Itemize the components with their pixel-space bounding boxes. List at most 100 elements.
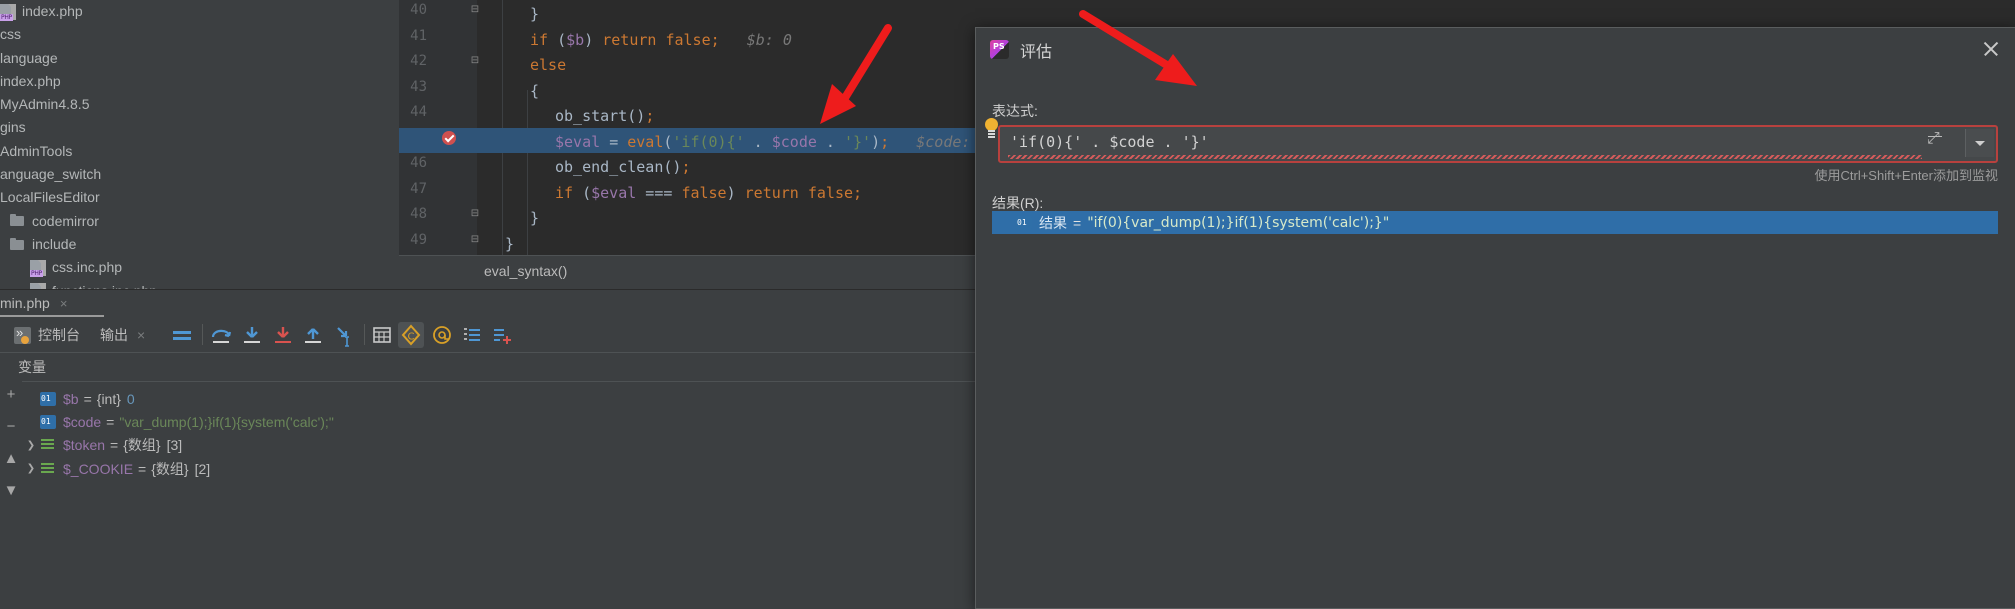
move-up-button[interactable]: ▲ bbox=[3, 451, 19, 467]
variable-equals: = bbox=[106, 413, 115, 430]
code-token: if bbox=[530, 30, 549, 49]
code-line-text: } bbox=[477, 232, 514, 256]
breadcrumb[interactable]: eval_syntax() bbox=[484, 263, 567, 279]
step-out-button[interactable] bbox=[301, 323, 325, 347]
expression-input[interactable]: 'if(0){' . $code . '}' bbox=[998, 125, 1998, 163]
code-token: { bbox=[530, 81, 540, 100]
line-number: 48 bbox=[410, 206, 427, 222]
list-button[interactable] bbox=[460, 323, 484, 347]
tree-item[interactable]: language bbox=[0, 47, 399, 70]
tree-item[interactable]: css.inc.php bbox=[0, 256, 399, 279]
code-line-text: } bbox=[477, 206, 539, 232]
tab-close-icon[interactable]: × bbox=[60, 291, 68, 317]
show-frames-button[interactable] bbox=[170, 323, 194, 347]
line-number: 41 bbox=[410, 27, 427, 44]
line-number: 40 bbox=[410, 2, 427, 18]
tree-item[interactable]: anguage_switch bbox=[0, 163, 399, 186]
result-row[interactable]: 结果 = "if(0){var_dump(1);}if(1){system('c… bbox=[992, 211, 1998, 234]
tree-item[interactable]: include bbox=[0, 233, 399, 256]
add-variable-button[interactable]: + bbox=[3, 387, 19, 403]
watches-button[interactable] bbox=[430, 323, 454, 347]
close-icon[interactable] bbox=[1980, 38, 2002, 60]
force-step-into-button[interactable] bbox=[271, 323, 295, 347]
code-token: ; bbox=[645, 107, 655, 125]
breakpoint-icon[interactable] bbox=[442, 131, 456, 145]
line-number: 43 bbox=[410, 78, 427, 95]
phpstorm-icon bbox=[990, 40, 1009, 59]
variable-value: "var_dump(1);}if(1){system('calc');" bbox=[119, 413, 334, 430]
tree-item-label: include bbox=[32, 235, 77, 252]
variable-type: {数组} bbox=[151, 460, 189, 477]
code-line-text: ob_start(); bbox=[477, 104, 654, 130]
add-watch-button[interactable] bbox=[490, 323, 514, 347]
code-token: ) bbox=[871, 132, 881, 151]
dialog-title-bar: 评估 bbox=[976, 28, 2015, 70]
tree-item[interactable]: index.php bbox=[0, 0, 399, 23]
code-token: else bbox=[530, 56, 567, 74]
code-line[interactable]: } bbox=[477, 2, 2015, 28]
primitive-icon bbox=[40, 414, 56, 429]
variable-row[interactable]: $code="var_dump(1);}if(1){system('calc')… bbox=[24, 410, 975, 433]
code-line-text: else bbox=[477, 53, 566, 79]
tab-console[interactable]: 控制台 bbox=[14, 325, 80, 345]
tab-output[interactable]: 输出 × bbox=[100, 325, 145, 345]
variables-panel[interactable]: 变量 +−▲▼ $b={int}0$code="var_dump(1);}if(… bbox=[0, 352, 993, 608]
code-token: if bbox=[555, 183, 574, 202]
remove-variable-button[interactable]: − bbox=[3, 419, 19, 435]
evaluate-expression-button[interactable] bbox=[370, 323, 394, 347]
variable-name: $_COOKIE bbox=[63, 460, 134, 477]
calculator-button[interactable]: C bbox=[398, 322, 424, 348]
line-number: 44 bbox=[410, 104, 427, 120]
variables-header: 变量 bbox=[0, 353, 993, 382]
run-to-cursor-button[interactable] bbox=[332, 323, 356, 347]
variable-type: {int} bbox=[96, 390, 121, 407]
variable-value: 0 bbox=[126, 390, 135, 407]
debug-toolbar[interactable]: 控制台 输出 × C bbox=[0, 317, 975, 352]
error-squiggle bbox=[1008, 155, 1922, 159]
expand-arrow-icon[interactable]: ❯ bbox=[24, 440, 38, 451]
tree-item[interactable]: css bbox=[0, 23, 399, 46]
svg-text:C: C bbox=[408, 332, 415, 343]
tab-label: min.php bbox=[0, 295, 50, 311]
tree-item-label: language bbox=[0, 49, 58, 66]
tab-min-php[interactable]: min.php × bbox=[0, 290, 67, 316]
step-over-button[interactable] bbox=[209, 323, 233, 347]
variable-type: {数组} bbox=[123, 437, 161, 454]
variable-equals: = bbox=[138, 460, 147, 477]
tree-item[interactable]: functions.inc.php bbox=[0, 280, 399, 289]
variable-row[interactable]: ❯ $token = {数组} [3] bbox=[24, 434, 975, 457]
tree-item[interactable]: LocalFilesEditor bbox=[0, 186, 399, 209]
expand-arrow-icon[interactable]: ❯ bbox=[24, 463, 38, 474]
tree-item[interactable]: codemirror bbox=[0, 210, 399, 233]
folder-icon bbox=[10, 213, 26, 229]
variable-row[interactable]: $b={int} 0 bbox=[24, 387, 975, 410]
tree-item-label: index.php bbox=[0, 72, 61, 89]
project-tree-panel[interactable]: index.php css language index.php MyAdmin4.8.… bbox=[0, 0, 399, 289]
tree-item[interactable]: MyAdmin4.8.5 bbox=[0, 93, 399, 116]
result-label: 结果(R): bbox=[992, 195, 1044, 211]
step-into-button[interactable] bbox=[240, 323, 264, 347]
tree-item-label: functions.inc.php bbox=[52, 280, 157, 289]
history-dropdown-icon[interactable] bbox=[1965, 129, 1994, 157]
tree-item[interactable]: index.php bbox=[0, 70, 399, 93]
tree-item-label: css bbox=[0, 26, 21, 43]
tree-item[interactable]: AdminTools bbox=[0, 140, 399, 163]
variables-gutter[interactable]: + − ▲ ▼ bbox=[0, 381, 22, 608]
tree-item-label: codemirror bbox=[32, 212, 99, 229]
toolbar-divider bbox=[364, 324, 365, 345]
editor-tab-bar[interactable]: min.php × bbox=[0, 289, 975, 317]
tree-item-label: MyAdmin4.8.5 bbox=[0, 96, 90, 113]
evaluate-expression-dialog[interactable]: 评估 表达式: 'if(0){' . $code . '}' 使用Ctrl+Sh… bbox=[975, 27, 2015, 609]
expand-icon[interactable] bbox=[1927, 130, 1944, 152]
code-token: ; bbox=[681, 158, 691, 176]
code-token: ) bbox=[584, 30, 603, 49]
result-tree[interactable]: 结果 = "if(0){var_dump(1);}if(1){system('c… bbox=[992, 211, 1998, 594]
output-close-icon[interactable]: × bbox=[137, 327, 145, 343]
line-number: 46 bbox=[410, 155, 427, 171]
variable-row[interactable]: ❯ $_COOKIE = {数组} [2] bbox=[24, 457, 975, 480]
move-down-button[interactable]: ▼ bbox=[3, 483, 19, 499]
tree-item[interactable]: gins bbox=[0, 116, 399, 139]
code-token: . bbox=[816, 132, 844, 151]
